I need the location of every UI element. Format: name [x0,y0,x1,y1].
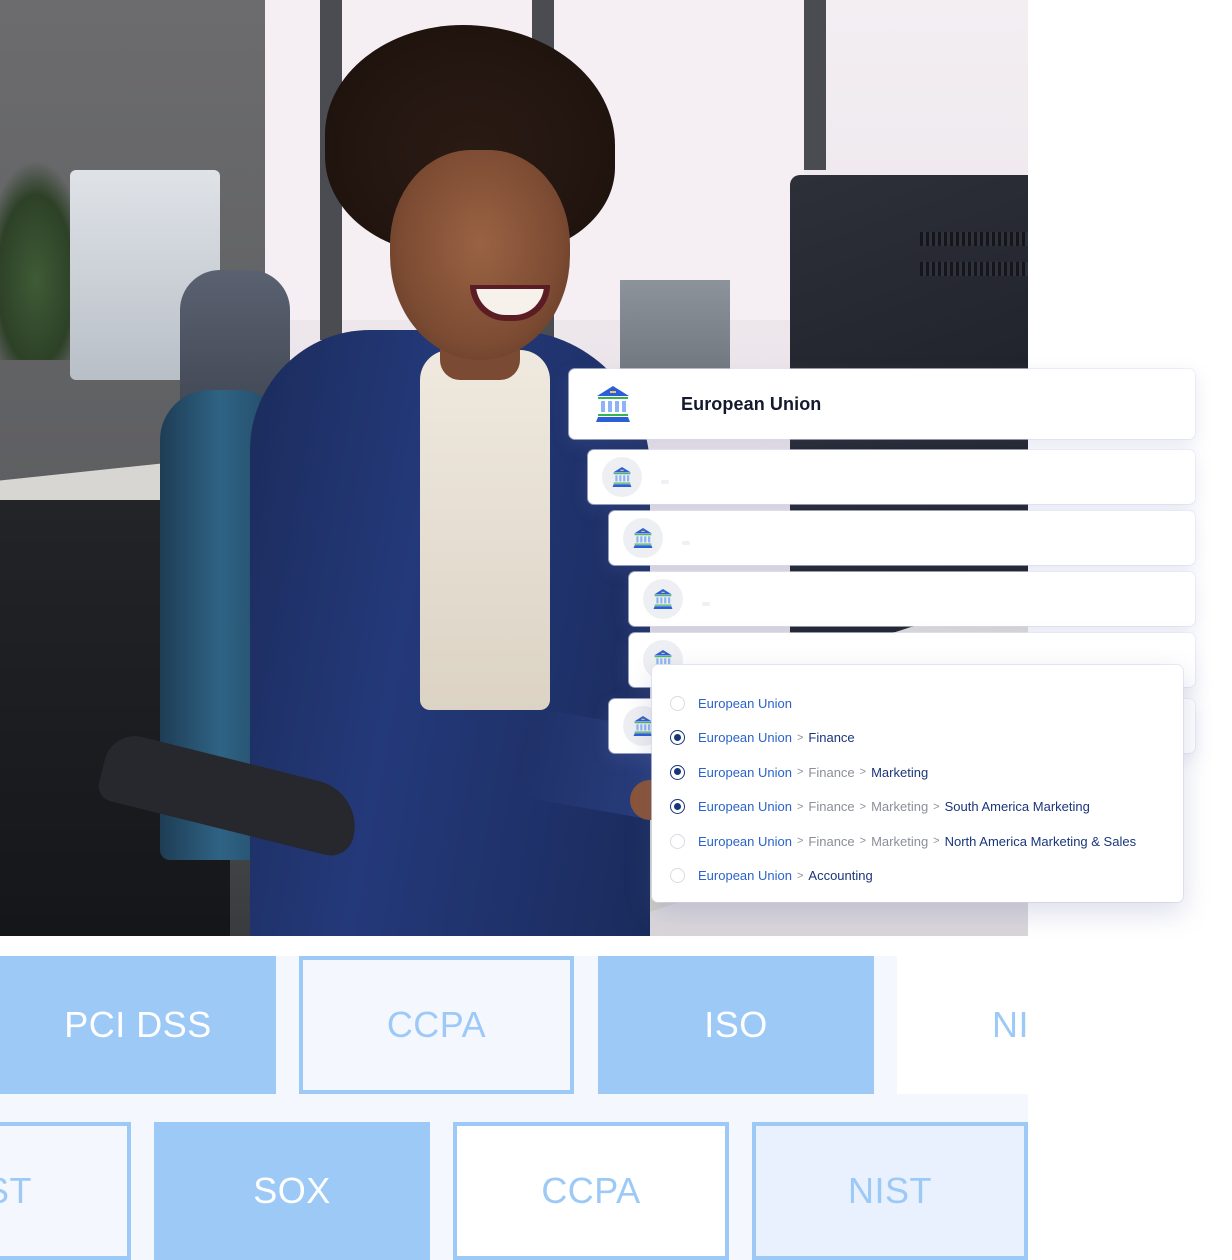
framework-label: CCPA [541,1170,641,1211]
radio-unchecked[interactable] [670,833,685,849]
path-separator: > [796,731,804,744]
path-segment: North America Marketing & Sales [944,833,1137,849]
org-avatar [602,457,642,497]
path-segment: European Union [698,868,792,883]
radio-unchecked[interactable] [670,868,685,883]
photo-window [265,0,320,320]
bank-icon [653,589,673,609]
photo-monitor-vent [920,262,1028,276]
framework-label: SOX [253,1170,331,1211]
bank-icon [596,386,630,422]
path-separator: > [859,766,867,779]
path-segment: Finance [808,730,855,746]
path-segment: European Union [698,833,792,849]
bank-icon [633,528,653,548]
path-segment: Accounting [808,868,873,883]
path-separator: > [933,800,940,813]
radio-unchecked[interactable] [670,696,685,711]
framework-tile: CCPA [299,956,574,1094]
scope-option[interactable]: European Union > Finance > Marketing > South A… [670,799,1090,815]
path-separator: > [859,835,867,848]
framework-tile: NIST [752,1122,1028,1260]
within-badge [661,480,669,484]
framework-label: PCI DSS [64,1004,212,1045]
photo-face [390,150,570,360]
org-parent-path [661,480,675,484]
org-title: European Union [681,394,822,414]
path-segment: Marketing [871,833,929,849]
scope-option[interactable]: European Union > Finance > Marketing > North A… [670,833,1137,849]
framework-label: ST [0,1170,32,1211]
org-parent-path [702,602,716,606]
path-separator: > [933,835,940,848]
path-segment: Finance [808,799,855,815]
org-avatar [623,518,663,558]
photo-small-monitor [620,280,730,380]
org-avatar [643,579,683,619]
path-segment: European Union [698,730,792,746]
scope-option[interactable]: European Union > Finance [670,730,855,746]
scope-dropdown: European Union European Union > Finance Euro… [652,665,1183,902]
path-segment: Finance [808,764,855,780]
org-parent-path [682,541,696,545]
within-badge [702,602,710,606]
radio-checked[interactable] [670,799,685,815]
photo-window-frame [804,0,826,170]
framework-tile: ST [0,1122,131,1260]
framework-label: ISO [704,1004,768,1045]
framework-label: CCPA [386,1004,487,1045]
path-separator: > [796,835,804,848]
framework-tile: SOX [154,1122,430,1260]
radio-checked[interactable] [670,764,685,780]
path-separator: > [796,800,804,813]
scope-option[interactable]: European Union > Finance > Marketing [670,764,929,780]
within-badge [682,541,690,545]
framework-tile: PCI DSS [0,956,276,1094]
path-segment: Marketing [871,764,929,780]
bank-icon [612,467,632,487]
path-separator: > [796,869,804,882]
radio-checked[interactable] [670,730,685,746]
org-card-child[interactable] [609,511,1195,565]
path-segment: Marketing [871,799,929,815]
path-separator: > [796,766,804,779]
framework-tile: ISO [598,956,874,1094]
photo-monitor-vent [920,232,1028,246]
path-segment: European Union [698,764,792,780]
framework-tile: NI [897,956,1028,1094]
org-card-child[interactable] [588,450,1195,504]
org-card-root[interactable]: European Union [569,369,1195,439]
bank-icon [633,716,653,736]
path-separator: > [859,800,867,813]
org-card-child[interactable] [629,572,1195,626]
path-segment: European Union [698,799,792,815]
path-segment: European Union [698,696,792,711]
scope-option[interactable]: European Union [670,696,792,711]
path-segment: South America Marketing [944,799,1090,815]
framework-tile: CCPA [453,1122,729,1260]
path-segment: Finance [808,833,855,849]
framework-label: NI [992,1004,1028,1045]
framework-label: NIST [847,1170,932,1211]
photo-blouse [420,350,550,710]
scope-option[interactable]: European Union > Accounting [670,868,873,883]
